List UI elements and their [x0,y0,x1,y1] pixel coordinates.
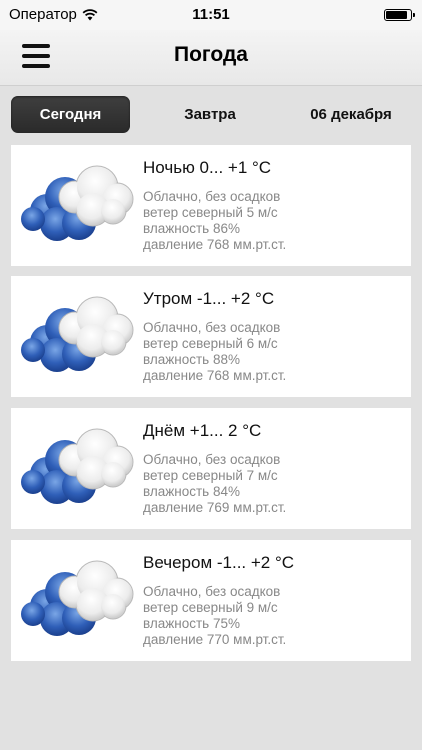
forecast-pressure: давление 768 мм.рт.ст. [143,368,287,383]
status-bar: Оператор 11:51 [0,0,422,30]
forecast-wind: ветер северный 7 м/с [143,468,278,483]
forecast-condition: Облачно, без осадков [143,189,281,204]
forecast-humidity: влажность 88% [143,352,240,367]
cloudy-icon [20,296,134,373]
forecast-humidity: влажность 75% [143,616,240,631]
tab-december-6[interactable]: 06 декабря [290,96,412,133]
forecast-details: Облачно, без осадков ветер северный 6 м/… [143,320,286,384]
forecast-card-night[interactable]: Ночью 0... +1 °C Облачно, без осадков ве… [11,145,411,266]
forecast-details: Облачно, без осадков ветер северный 5 м/… [143,189,286,253]
forecast-condition: Облачно, без осадков [143,452,281,467]
tab-tomorrow[interactable]: Завтра [150,96,270,133]
tab-today[interactable]: Сегодня [11,96,130,133]
forecast-title: Утром -1... +2 °C [143,289,275,308]
forecast-details: Облачно, без осадков ветер северный 7 м/… [143,452,286,516]
navigation-bar: Погода [0,30,422,86]
page-title: Погода [174,43,248,66]
forecast-humidity: влажность 84% [143,484,240,499]
forecast-pressure: давление 768 мм.рт.ст. [143,237,287,252]
forecast-title: Вечером -1... +2 °C [143,553,295,572]
forecast-card-day[interactable]: Днём +1... 2 °C Облачно, без осадков вет… [11,408,411,529]
forecast-card-evening[interactable]: Вечером -1... +2 °C Облачно, без осадков… [11,540,411,661]
battery-fill [386,11,407,19]
battery-icon [384,9,415,21]
forecast-wind: ветер северный 9 м/с [143,600,278,615]
forecast-humidity: влажность 86% [143,221,240,236]
day-tabs: Сегодня Завтра 06 декабря [0,96,422,134]
forecast-wind: ветер северный 6 м/с [143,336,278,351]
cloudy-icon [20,428,134,505]
forecast-condition: Облачно, без осадков [143,320,281,335]
forecast-details: Облачно, без осадков ветер северный 9 м/… [143,584,286,648]
forecast-condition: Облачно, без осадков [143,584,281,599]
forecast-pressure: давление 770 мм.рт.ст. [143,632,287,647]
forecast-title: Ночью 0... +1 °C [143,158,272,177]
cloudy-icon [20,560,134,637]
forecast-pressure: давление 769 мм.рт.ст. [143,500,287,515]
cloudy-icon [20,165,134,242]
forecast-title: Днём +1... 2 °C [143,421,262,440]
forecast-wind: ветер северный 5 м/с [143,205,278,220]
status-time: 11:51 [192,6,230,23]
forecast-card-morning[interactable]: Утром -1... +2 °C Облачно, без осадков в… [11,276,411,397]
